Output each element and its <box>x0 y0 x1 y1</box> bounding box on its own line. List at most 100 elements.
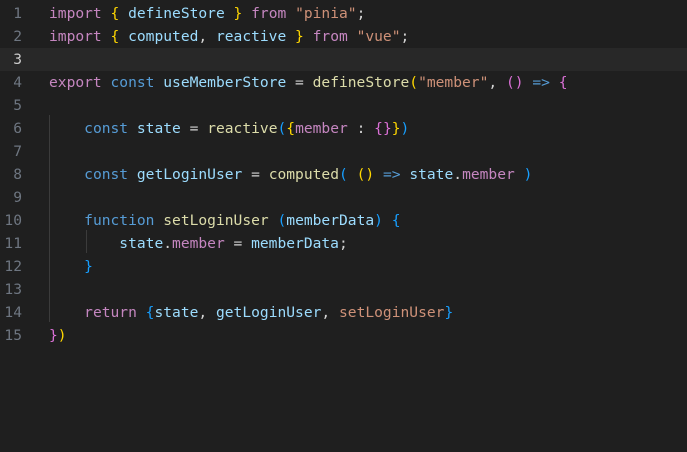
code-line[interactable]: 3 <box>0 48 687 71</box>
code-text[interactable]: export const useMemberStore = defineStor… <box>49 71 568 94</box>
code-token: => <box>382 166 401 183</box>
code-token: from <box>303 28 357 45</box>
code-token: state <box>409 166 454 183</box>
code-token: export <box>49 74 102 91</box>
line-number: 2 <box>13 28 22 45</box>
line-number: 8 <box>13 166 22 183</box>
code-token: ( <box>277 120 287 137</box>
code-token: state <box>154 304 199 321</box>
code-token: "vue" <box>356 28 401 45</box>
code-line[interactable]: 2 import { computed, reactive } from "vue… <box>0 25 687 48</box>
code-token: "pinia" <box>295 5 357 22</box>
code-text[interactable]: function setLoginUser (memberData) { <box>49 209 400 232</box>
code-token: = <box>224 235 252 252</box>
code-token: = <box>286 74 313 91</box>
code-token: } <box>84 258 93 275</box>
line-number: 12 <box>4 258 22 275</box>
line-number: 3 <box>13 51 22 68</box>
line-number: 5 <box>13 97 22 114</box>
line-number: 15 <box>4 327 22 344</box>
code-text[interactable]: const getLoginUser = computed( () => sta… <box>49 163 532 186</box>
code-token: defineStore <box>312 74 410 91</box>
code-token: } <box>444 304 454 321</box>
line-number: 9 <box>13 189 22 206</box>
code-line[interactable]: 9 <box>0 186 687 209</box>
code-token: from <box>242 5 296 22</box>
code-text[interactable]: const state = reactive({member : {}}) <box>49 117 409 140</box>
code-token: import <box>49 28 102 45</box>
code-token: , <box>488 74 506 91</box>
code-text[interactable]: import { computed, reactive } from "vue"… <box>49 25 409 48</box>
line-number: 6 <box>13 120 22 137</box>
code-text[interactable]: }) <box>49 324 67 347</box>
code-token: member <box>295 120 348 137</box>
code-token: defineStore <box>119 5 234 22</box>
code-token: const <box>110 74 155 91</box>
code-line[interactable]: 6 const state = reactive({member : {}}) <box>0 117 687 140</box>
code-line[interactable]: 11 state.member = memberData; <box>0 232 687 255</box>
code-token: } <box>391 120 401 137</box>
code-token: getLoginUser <box>136 166 243 183</box>
code-editor[interactable]: 1 import { defineStore } from "pinia"; 2 im… <box>0 0 687 452</box>
code-token: ( <box>338 166 348 183</box>
line-number: 10 <box>4 212 22 229</box>
code-token: = <box>242 166 269 183</box>
code-token: memberData <box>286 212 375 229</box>
code-text[interactable]: import { defineStore } from "pinia"; <box>49 2 365 25</box>
code-text[interactable]: } <box>49 255 93 278</box>
code-token: function <box>84 212 155 229</box>
code-line[interactable]: 12 } <box>0 255 687 278</box>
code-line[interactable]: 15}) <box>0 324 687 347</box>
code-token: getLoginUser <box>215 304 322 321</box>
code-text[interactable]: return {state, getLoginUser, setLoginUse… <box>49 301 453 324</box>
code-text[interactable]: state.member = memberData; <box>49 232 348 255</box>
code-line[interactable]: 7 <box>0 140 687 163</box>
code-line[interactable]: 13 <box>0 278 687 301</box>
code-token: . <box>453 166 463 183</box>
line-number: 13 <box>4 281 22 298</box>
code-token: const <box>84 166 129 183</box>
code-token: ( <box>277 212 287 229</box>
indent-guide-outer <box>49 115 50 322</box>
code-line[interactable]: 10 function setLoginUser (memberData) { <box>0 209 687 232</box>
code-token: () <box>356 166 375 183</box>
code-token: reactive <box>215 28 296 45</box>
line-number: 7 <box>13 143 22 160</box>
code-token: } <box>49 327 58 344</box>
code-token: setLoginUser <box>339 304 445 321</box>
code-line[interactable]: 5 <box>0 94 687 117</box>
code-line[interactable]: 4 export const useMemberStore = defineSto… <box>0 71 687 94</box>
code-token: memberData <box>251 235 339 252</box>
line-number: 1 <box>13 5 22 22</box>
code-token: . <box>163 235 173 252</box>
code-line[interactable]: 1 import { defineStore } from "pinia"; <box>0 2 687 25</box>
indent-guide-inner <box>86 230 87 253</box>
code-token: state <box>136 120 181 137</box>
code-line[interactable]: 14 return {state, getLoginUser, setLogin… <box>0 301 687 324</box>
line-number: 14 <box>4 304 22 321</box>
code-token: , <box>198 28 216 45</box>
code-token: = <box>180 120 208 137</box>
code-token: { <box>110 28 120 45</box>
code-token: member <box>462 166 515 183</box>
code-token: ; <box>338 235 348 252</box>
code-token: ; <box>400 28 410 45</box>
code-line[interactable]: 8 const getLoginUser = computed( () => s… <box>0 163 687 186</box>
code-token: {} <box>374 120 392 137</box>
code-token: => <box>532 74 550 91</box>
code-token: ( <box>409 74 419 91</box>
